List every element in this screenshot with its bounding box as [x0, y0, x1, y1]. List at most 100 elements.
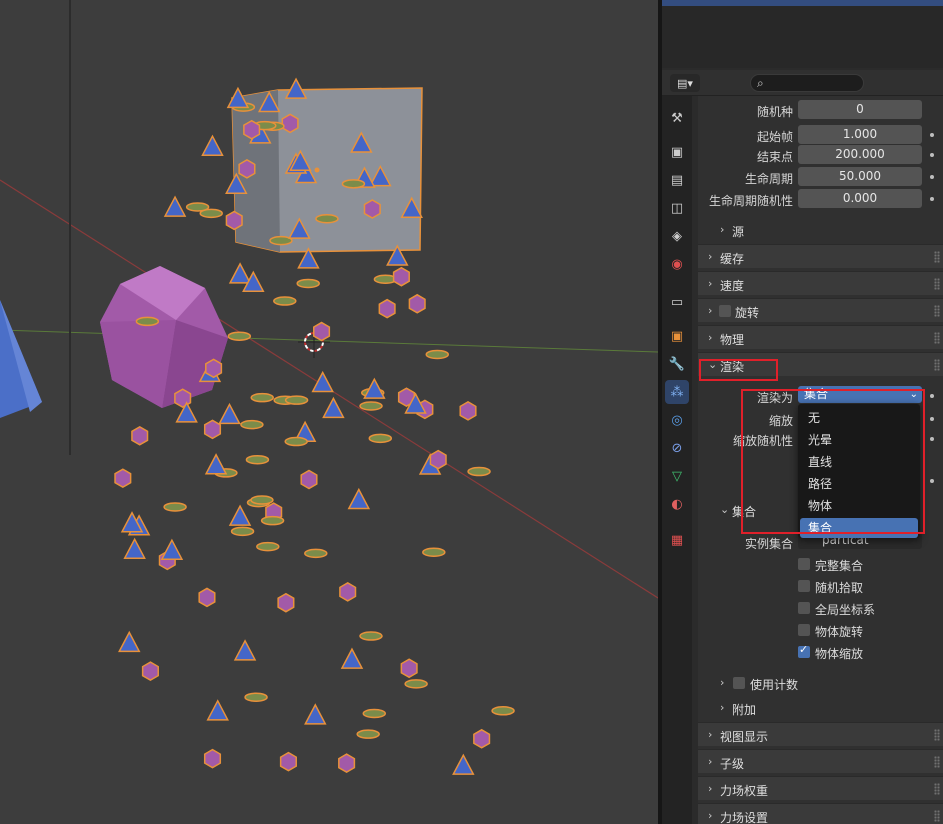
- drag-handle[interactable]: [934, 251, 940, 263]
- viewport-scene: [0, 0, 658, 775]
- keyframe-dot[interactable]: [930, 417, 934, 421]
- keyframe-dot[interactable]: [930, 133, 934, 137]
- lifetime-field[interactable]: 50.000: [798, 167, 922, 186]
- drag-handle[interactable]: [934, 359, 940, 371]
- icosphere-particle: [339, 582, 357, 602]
- seed-field[interactable]: 0: [798, 100, 922, 119]
- extra-title: 附加: [732, 703, 757, 717]
- properties-search-input[interactable]: ⌕: [750, 74, 864, 92]
- drag-handle[interactable]: [934, 332, 940, 344]
- global-coordinates-row[interactable]: 全局坐标系: [798, 598, 938, 618]
- menu-item-line[interactable]: 直线: [800, 452, 918, 472]
- constraints-tab[interactable]: ⊘: [665, 436, 689, 460]
- drag-handle[interactable]: [934, 278, 940, 290]
- icosphere-particle: [338, 753, 356, 774]
- wrench-icon: 🔧: [668, 356, 686, 372]
- particles-tab[interactable]: ⁂: [665, 380, 689, 404]
- frame-start-field[interactable]: 1.000: [798, 125, 922, 144]
- keyframe-dot[interactable]: [930, 394, 934, 398]
- menu-item-none[interactable]: 无: [800, 408, 918, 428]
- editor-type-button[interactable]: ▤▾: [670, 74, 700, 92]
- outliner[interactable]: [662, 0, 943, 68]
- whole-collection-row[interactable]: 完整集合: [798, 554, 938, 574]
- torus-particle: [368, 433, 393, 444]
- icosphere-particle: [459, 401, 477, 421]
- tool-icon: ⚒: [671, 110, 683, 126]
- icosphere-particle: [198, 587, 216, 608]
- data-tab[interactable]: ▽: [665, 464, 689, 488]
- cone-particle: [340, 647, 364, 669]
- torus-particle: [315, 213, 339, 224]
- menu-item-collection[interactable]: 集合: [800, 518, 918, 538]
- force-field-settings-panel[interactable]: › 力场设置: [698, 803, 943, 824]
- children-panel[interactable]: › 子级: [698, 749, 943, 773]
- constraint-icon: ⊘: [671, 440, 683, 456]
- keyframe-dot[interactable]: [930, 153, 934, 157]
- collection-subpanel-title: 集合: [732, 505, 757, 519]
- viewport-display-panel[interactable]: › 视图显示: [698, 722, 943, 746]
- mesh-data-icon: ▽: [672, 468, 682, 484]
- frame-end-field[interactable]: 200.000: [798, 145, 922, 164]
- cone-particle: [160, 538, 184, 560]
- menu-item-path[interactable]: 路径: [800, 474, 918, 494]
- keyframe-dot[interactable]: [930, 197, 934, 201]
- outliner-selected-row[interactable]: [662, 0, 943, 6]
- keyframe-dot[interactable]: [930, 437, 934, 441]
- cache-panel[interactable]: › 缓存: [698, 244, 943, 268]
- physics-title: 物理: [720, 333, 745, 347]
- collection-tab[interactable]: ▭: [665, 290, 689, 314]
- field-weights-panel[interactable]: › 力场权重: [698, 776, 943, 800]
- rotation-checkbox[interactable]: [719, 305, 731, 317]
- output-tab[interactable]: ▤: [665, 168, 689, 192]
- icosphere-object: [100, 266, 228, 408]
- chevron-right-icon: ›: [720, 223, 725, 236]
- icosphere-particle: [378, 298, 396, 319]
- menu-item-halo[interactable]: 光晕: [800, 430, 918, 450]
- torus-particle: [284, 395, 309, 405]
- object-rotation-row[interactable]: 物体旋转: [798, 620, 938, 640]
- view-layer-tab[interactable]: ◫: [665, 196, 689, 220]
- drag-handle[interactable]: [934, 756, 940, 768]
- menu-item-object[interactable]: 物体: [800, 496, 918, 516]
- velocity-panel[interactable]: › 速度: [698, 271, 943, 295]
- render-tab[interactable]: ▣: [665, 140, 689, 164]
- render-panel-header[interactable]: ⌄ 渲染: [698, 352, 943, 376]
- torus-particle: [304, 548, 328, 559]
- scene-tab[interactable]: ◈: [665, 224, 689, 248]
- 3d-viewport[interactable]: [0, 0, 658, 824]
- object-tab[interactable]: ▣: [665, 324, 689, 348]
- torus-particle: [341, 179, 366, 189]
- drag-handle[interactable]: [934, 810, 940, 822]
- source-subpanel[interactable]: › 源: [708, 220, 943, 242]
- object-scale-row[interactable]: 物体缩放: [798, 642, 938, 662]
- physics-tab[interactable]: ◎: [665, 408, 689, 432]
- torus-particle: [356, 729, 380, 739]
- drag-handle[interactable]: [934, 783, 940, 795]
- material-tab[interactable]: ◐: [665, 492, 689, 516]
- texture-tab[interactable]: ▦: [665, 528, 689, 552]
- render-as-value: 集合: [804, 387, 829, 401]
- drag-handle[interactable]: [934, 305, 940, 317]
- extra-subpanel[interactable]: › 附加: [708, 698, 943, 720]
- global-coordinates-checkbox[interactable]: [798, 602, 810, 614]
- pick-random-checkbox[interactable]: [798, 580, 810, 592]
- cone-particle: [233, 639, 257, 661]
- modifier-tab[interactable]: 🔧: [665, 352, 689, 376]
- velocity-title: 速度: [720, 279, 745, 293]
- keyframe-dot[interactable]: [930, 175, 934, 179]
- rotation-panel[interactable]: › 旋转: [698, 298, 943, 322]
- object-scale-checkbox[interactable]: [798, 643, 810, 658]
- use-count-subpanel[interactable]: › 使用计数: [708, 673, 943, 695]
- object-rotation-checkbox[interactable]: [798, 624, 810, 636]
- world-tab[interactable]: ◉: [665, 252, 689, 276]
- whole-collection-checkbox[interactable]: [798, 558, 810, 570]
- render-as-dropdown[interactable]: 集合 ⌄: [798, 386, 922, 403]
- physics-panel[interactable]: › 物理: [698, 325, 943, 349]
- lifetime-random-field[interactable]: 0.000: [798, 189, 922, 208]
- drag-handle[interactable]: [934, 729, 940, 741]
- use-count-checkbox[interactable]: [733, 677, 745, 689]
- tool-tab[interactable]: ⚒: [665, 106, 689, 130]
- chevron-right-icon: ›: [708, 304, 713, 317]
- pick-random-row[interactable]: 随机拾取: [798, 576, 938, 596]
- keyframe-dot[interactable]: [930, 479, 934, 483]
